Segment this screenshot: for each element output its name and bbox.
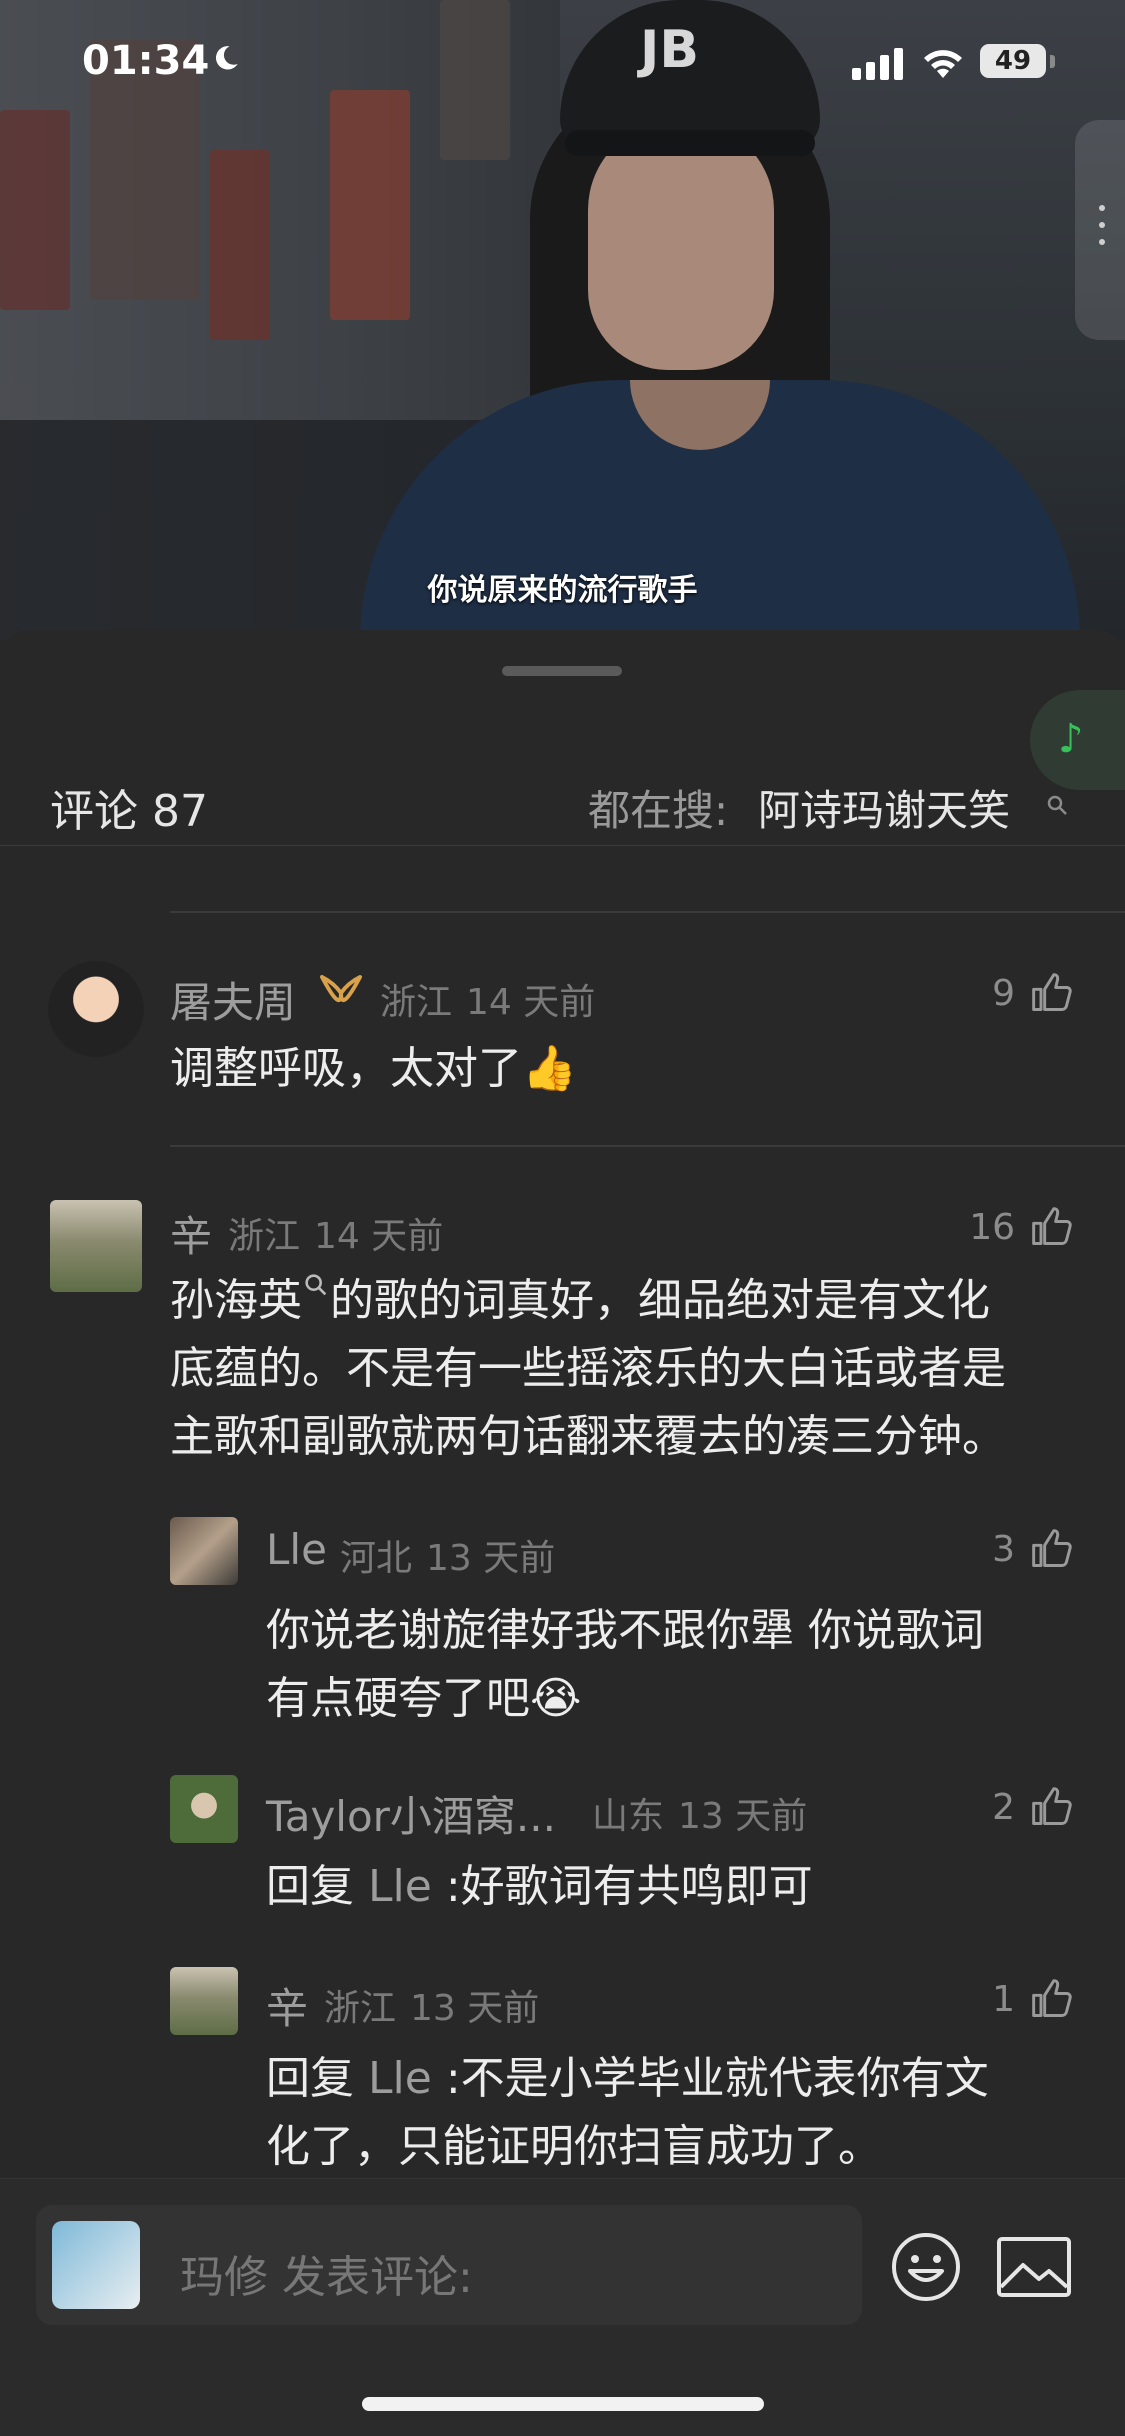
image-icon[interactable]	[995, 2233, 1073, 2301]
reply-text-line: :不是小学毕业就代表你有文	[445, 2053, 989, 2104]
avatar[interactable]	[170, 1775, 238, 1843]
comment-composer-bar: 玛修 发表评论:	[0, 2178, 1125, 2436]
comment-location: 浙江	[380, 982, 453, 1023]
person-face	[588, 120, 774, 370]
cellular-signal-icon	[852, 46, 906, 80]
comment-list[interactable]: ··· 屠夫周 浙江 14 天前 9 调整呼吸，太对了👍 辛 浙江 14 天前 …	[0, 845, 1125, 2180]
battery-icon: 49	[980, 44, 1046, 78]
like-count: 2	[992, 1787, 1015, 1828]
reply-text-content: :好歌词有共鸣即可	[445, 1861, 813, 1912]
reply-to-username[interactable]: Lle	[368, 1861, 432, 1912]
comment-username[interactable]: 辛	[170, 1203, 212, 1264]
like-count: 3	[992, 1529, 1015, 1570]
vip-badge-icon	[320, 975, 362, 1003]
like-count: 1	[992, 1979, 1015, 2020]
status-bar: 01:34 49	[0, 0, 1125, 130]
comment-text: 孙海英 的歌的词真好，细品绝对是有文化 底蕴的。不是有一些摇滚乐的大白话或者是 主…	[170, 1267, 1110, 1471]
video-subtitle: 你说原来的流行歌手	[427, 573, 698, 608]
comment-text: 调整呼吸，太对了👍	[170, 1043, 577, 1094]
comment-text-line: 底蕴的。不是有一些摇滚乐的大白话或者是	[170, 1343, 1006, 1394]
wall-poster	[0, 110, 70, 310]
thumbs-up-icon[interactable]	[1030, 1205, 1074, 1249]
video-player[interactable]: JB 你说原来的流行歌手 01:34 49	[0, 0, 1125, 640]
reply-text-line: 化了，只能证明你扫盲成功了。	[266, 2121, 882, 2172]
wifi-icon	[924, 50, 962, 78]
wall-poster	[210, 150, 270, 340]
comment-divider	[170, 911, 1125, 913]
reply-text: 回复 Lle :好歌词有共鸣即可	[266, 1853, 1106, 1921]
comment-text-link[interactable]: 孙海英	[170, 1275, 302, 1326]
reply-username[interactable]: 辛	[266, 1975, 308, 2036]
status-time: 01:34	[82, 38, 210, 84]
reply-text: 你说老谢旋律好我不跟你犟 你说歌词 有点硬夸了吧😭	[266, 1597, 1106, 1733]
comment-location: 浙江	[228, 1216, 301, 1257]
reply-prefix: 回复	[266, 1861, 354, 1912]
comment-input-placeholder: 玛修 发表评论:	[180, 2252, 473, 2303]
moon-icon	[215, 46, 238, 70]
comment-text-line: 主歌和副歌就两句话翻来覆去的凑三分钟。	[170, 1411, 1006, 1462]
avatar[interactable]	[170, 1517, 238, 1585]
avatar	[52, 2221, 140, 2309]
reply-time: 13 天前	[426, 1538, 556, 1579]
home-indicator[interactable]	[362, 2397, 764, 2411]
comment-input[interactable]: 玛修 发表评论:	[36, 2205, 862, 2325]
comment-text-part: 的歌的词真好，细品绝对是有文化	[330, 1275, 990, 1326]
comments-header: 评论 87 都在搜: 阿诗玛谢天笑	[0, 745, 1125, 845]
like-count: 9	[992, 973, 1015, 1014]
reply-text: 回复 Lle :不是小学毕业就代表你有文 化了，只能证明你扫盲成功了。	[266, 2045, 1106, 2180]
comment-divider	[170, 1145, 1125, 1147]
person-cap-brim	[565, 130, 815, 156]
avatar[interactable]	[48, 961, 144, 1057]
reply-location: 浙江	[324, 1988, 397, 2029]
comment-time: 14 天前	[314, 1216, 444, 1257]
like-count: 16	[969, 1207, 1015, 1248]
reply-username[interactable]: Lle	[266, 1525, 327, 1574]
search-icon[interactable]	[1045, 793, 1069, 817]
reply-username[interactable]: Taylor小酒窝...	[266, 1783, 556, 1844]
reply-prefix: 回复	[266, 2053, 354, 2104]
thumbs-up-icon[interactable]	[1030, 1527, 1074, 1571]
search-icon[interactable]	[302, 1271, 330, 1299]
reply-time: 13 天前	[410, 1988, 540, 2029]
thumbs-up-icon[interactable]	[1030, 971, 1074, 1015]
emoji-icon[interactable]	[890, 2231, 962, 2303]
reply-to-username[interactable]: Lle	[368, 2053, 432, 2104]
avatar[interactable]	[50, 1200, 142, 1292]
comments-count-title: 评论 87	[50, 786, 208, 837]
trending-search-label: 都在搜:	[588, 786, 729, 835]
reply-text-line: 有点硬夸了吧😭	[266, 1673, 582, 1724]
reply-time: 13 天前	[678, 1796, 808, 1837]
app-root: JB 你说原来的流行歌手 01:34 49 ♪ 评论 87 都在搜: 阿诗玛谢天…	[0, 0, 1125, 2436]
battery-tip	[1050, 55, 1055, 68]
sheet-grabber[interactable]	[502, 666, 622, 676]
reply-text-line: 你说老谢旋律好我不跟你犟 你说歌词	[266, 1605, 984, 1656]
trending-search-link[interactable]: 阿诗玛谢天笑	[758, 777, 1010, 838]
previous-comment-cutoff: ···	[170, 845, 208, 851]
avatar[interactable]	[170, 1967, 238, 2035]
reply-location: 河北	[340, 1538, 413, 1579]
thumbs-up-icon[interactable]	[1030, 1785, 1074, 1829]
more-dots-icon[interactable]	[1099, 205, 1107, 245]
thumbs-up-icon[interactable]	[1030, 1977, 1074, 2021]
comment-username[interactable]: 屠夫周	[170, 969, 296, 1030]
reply-location: 山东	[592, 1796, 665, 1837]
comment-time: 14 天前	[466, 982, 596, 1023]
